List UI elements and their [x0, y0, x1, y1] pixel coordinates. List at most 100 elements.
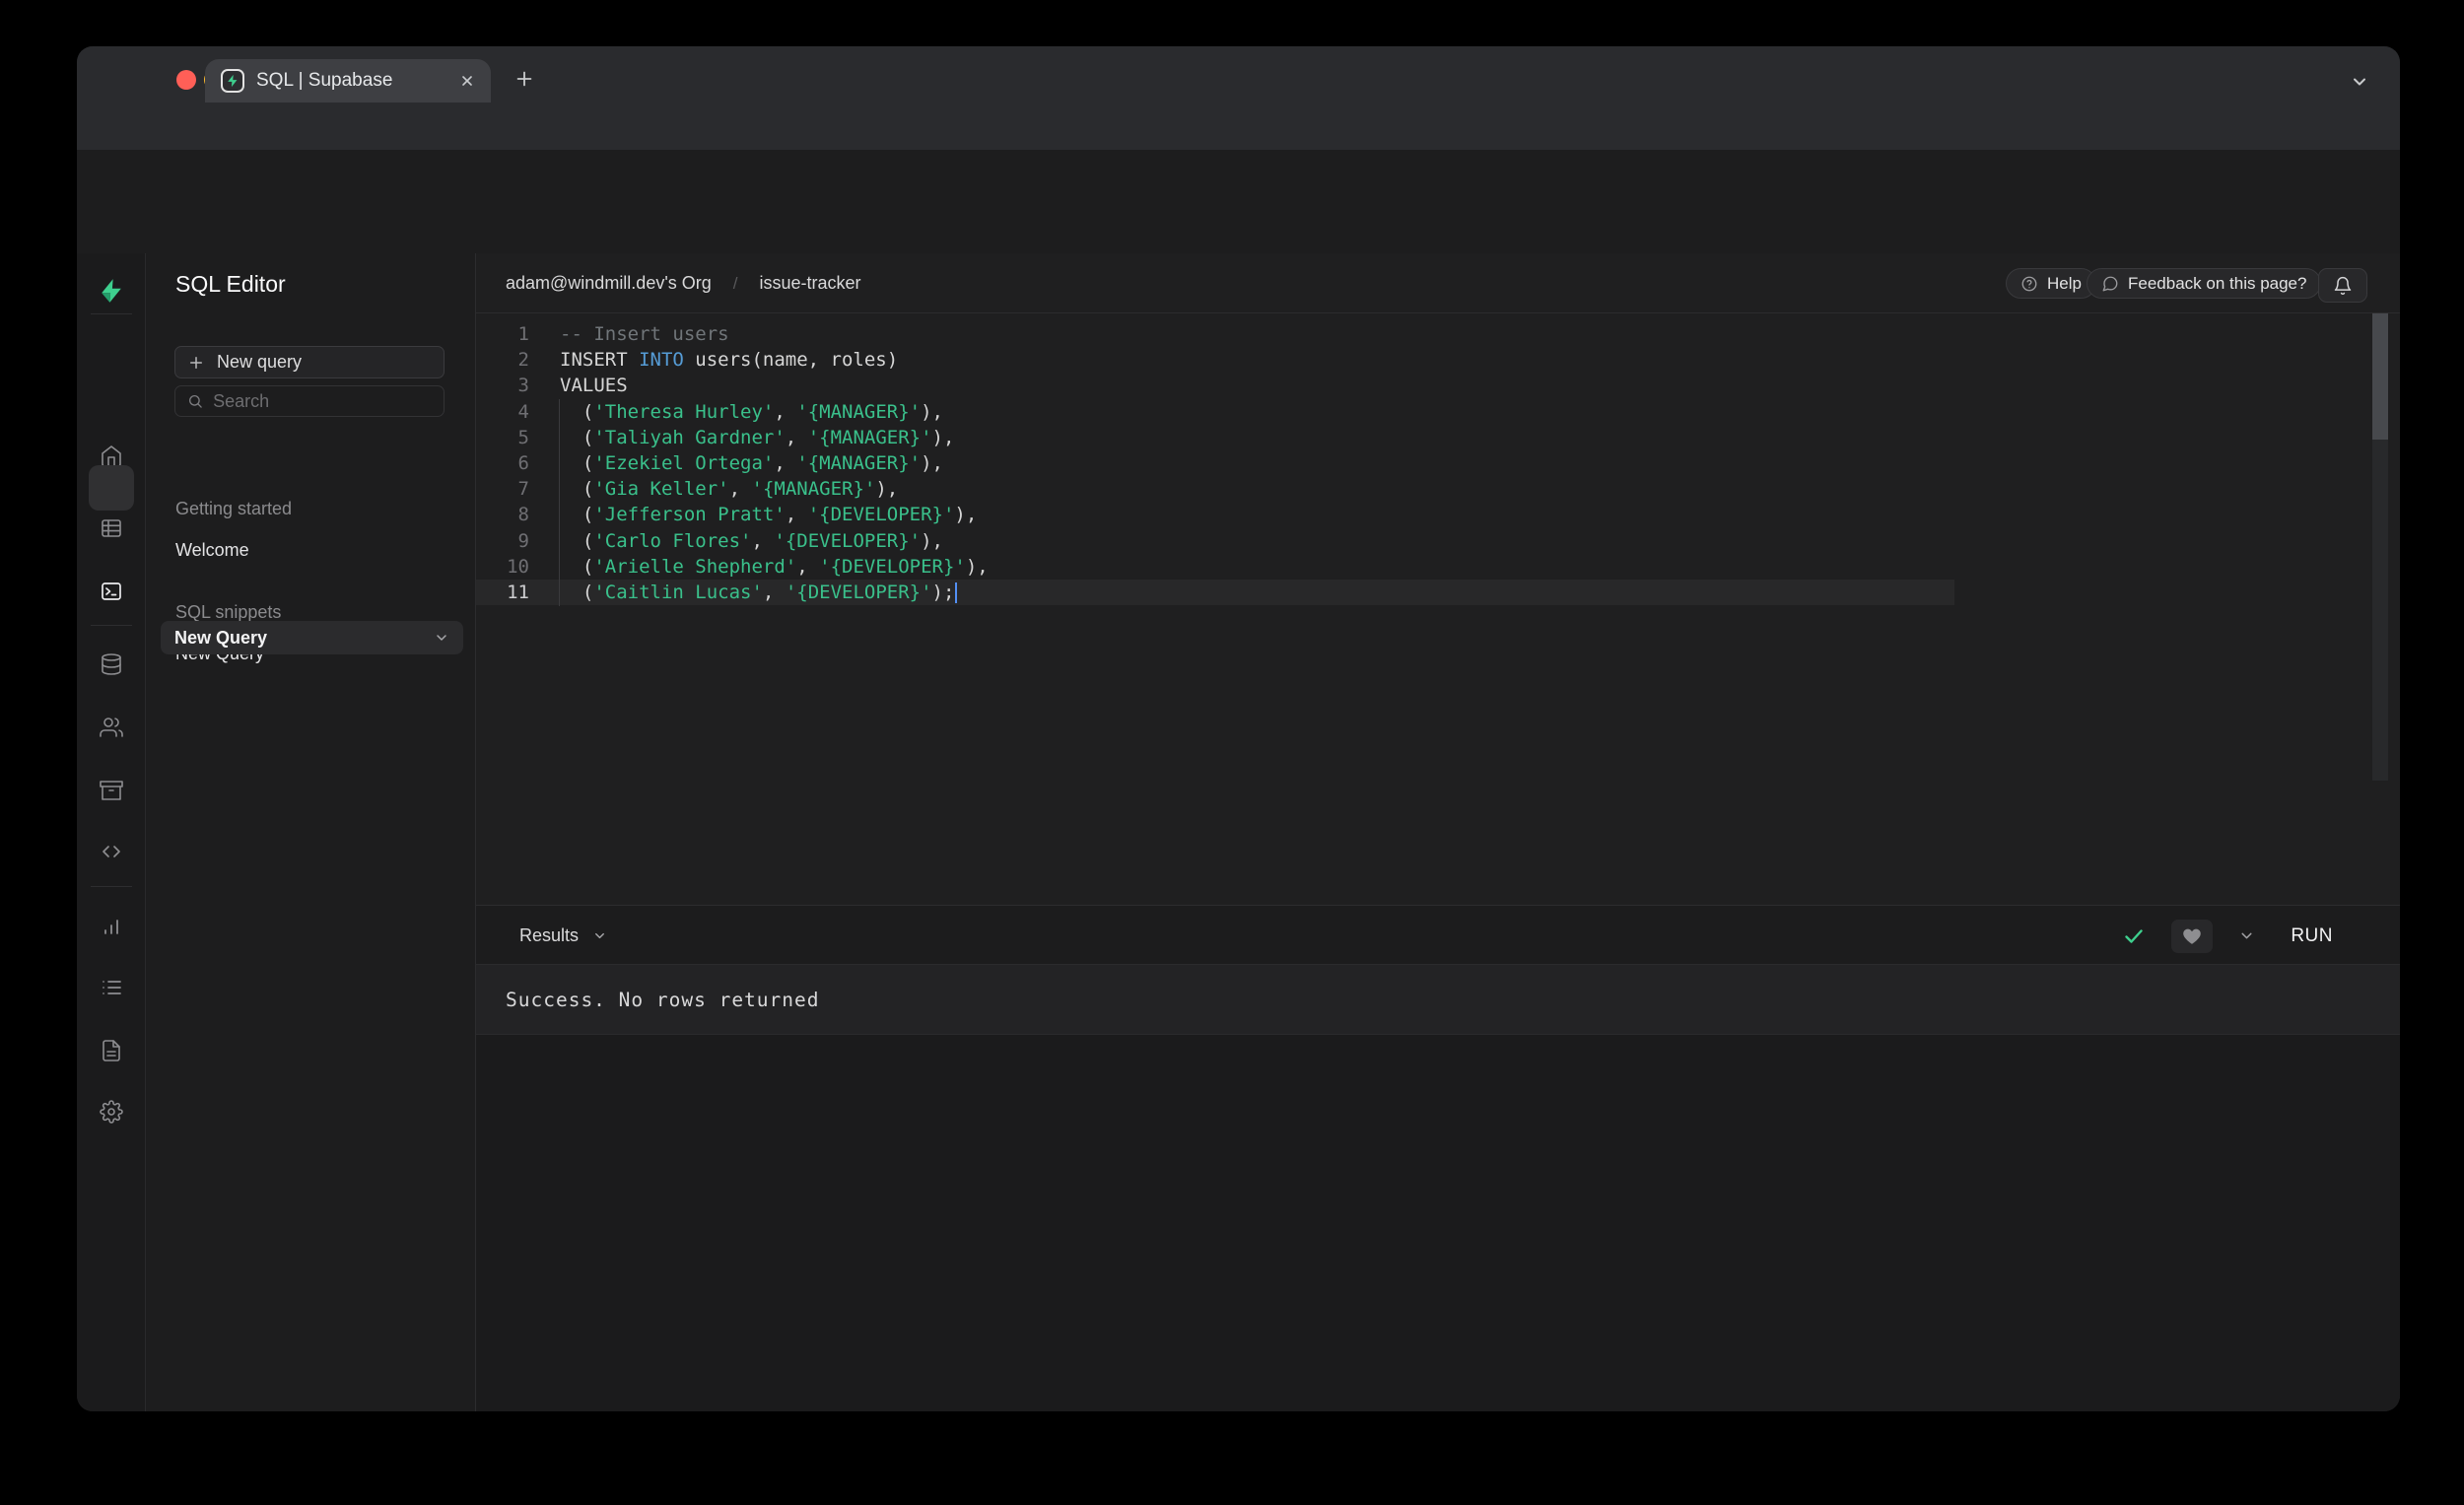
rail-divider [91, 886, 132, 887]
database-icon[interactable] [100, 652, 123, 676]
selected-item-label: New Query [174, 627, 268, 648]
code-line[interactable]: 8 ('Jefferson Pratt', '{DEVELOPER}'), [476, 502, 1954, 527]
line-text: -- Insert users [560, 323, 729, 345]
breadcrumb-org[interactable]: adam@windmill.dev's Org [506, 273, 712, 294]
line-text: ('Jefferson Pratt', '{DEVELOPER}'), [560, 504, 978, 526]
tab-list-chevron-icon[interactable] [2350, 72, 2369, 92]
new-query-button-label: New query [217, 352, 303, 372]
close-window-button[interactable] [176, 70, 196, 90]
line-number: 7 [517, 478, 529, 501]
code-line[interactable]: 7 ('Gia Keller', '{MANAGER}'), [476, 476, 1954, 502]
help-button-label: Help [2047, 273, 2082, 293]
success-check-icon [2122, 924, 2146, 948]
line-number: 5 [517, 426, 529, 448]
icon-rail [77, 253, 146, 1411]
main-panel: adam@windmill.dev's Org / issue-tracker … [476, 253, 2400, 1411]
plus-icon [190, 356, 202, 369]
code-editor[interactable]: 1 -- Insert users 2 INSERT INTO users(name,… [476, 313, 2400, 905]
rail-divider [91, 313, 132, 314]
line-number: 10 [507, 555, 529, 578]
line-number: 3 [517, 375, 529, 397]
line-text: VALUES [560, 375, 628, 397]
line-number: 11 [507, 581, 529, 603]
browser-tab[interactable]: SQL | Supabase [205, 59, 491, 103]
sidebar-item-new-query-selected[interactable]: New Query [161, 621, 463, 654]
line-number: 4 [517, 400, 529, 423]
results-actions: RUN [2122, 906, 2343, 966]
tab-close-icon[interactable] [459, 73, 475, 89]
sidebar-item-welcome[interactable]: Welcome [175, 540, 249, 561]
results-label: Results [519, 925, 580, 945]
sql-editor-terminal-icon[interactable] [100, 476, 123, 600]
indent-guide [559, 399, 560, 606]
code-line[interactable]: 5 ('Taliyah Gardner', '{MANAGER}'), [476, 425, 1954, 450]
code-line[interactable]: 1 -- Insert users [476, 321, 1954, 347]
code-line[interactable]: 10 ('Arielle Shepherd', '{DEVELOPER}'), [476, 554, 1954, 580]
breadcrumb: adam@windmill.dev's Org / issue-tracker [506, 253, 861, 313]
line-text: ('Caitlin Lucas', '{DEVELOPER}'); [529, 580, 958, 605]
line-text: ('Carlo Flores', '{DEVELOPER}'), [560, 529, 943, 552]
rail-divider [91, 625, 132, 626]
reports-chart-icon[interactable] [100, 915, 123, 938]
line-text: ('Ezekiel Ortega', '{MANAGER}'), [560, 451, 943, 474]
line-number: 6 [517, 451, 529, 474]
results-bar: Results RUN [476, 905, 2400, 965]
code-line[interactable]: 3 VALUES [476, 373, 1954, 398]
code-line[interactable]: 6 ('Ezekiel Ortega', '{MANAGER}'), [476, 450, 1954, 476]
new-tab-button[interactable] [513, 68, 535, 90]
results-empty-area [476, 1035, 2400, 1411]
speech-bubble-icon [2102, 276, 2118, 291]
feedback-button-label: Feedback on this page? [2128, 273, 2307, 293]
settings-gear-icon[interactable] [100, 1100, 123, 1124]
feedback-button[interactable]: Feedback on this page? [2087, 268, 2322, 299]
favorite-heart-icon[interactable] [2171, 919, 2214, 953]
editor-scrollbar-thumb[interactable] [2372, 313, 2388, 440]
section-label-sql-snippets: SQL snippets [175, 602, 282, 622]
line-number: 2 [517, 349, 529, 372]
help-circle-icon [2021, 276, 2037, 291]
section-label-getting-started: Getting started [175, 499, 293, 518]
tab-strip: SQL | Supabase [77, 46, 2400, 103]
storage-icon[interactable] [100, 779, 123, 802]
tab-title: SQL | Supabase [256, 70, 393, 91]
bell-icon [2334, 276, 2352, 295]
search-box [174, 385, 445, 417]
line-text: ('Taliyah Gardner', '{MANAGER}'), [560, 426, 955, 448]
results-output: Success. No rows returned [476, 965, 2400, 1035]
browser-toolbar: app.supabase.com/project/azahtnhqohyjerz… [77, 103, 2400, 201]
auth-users-icon[interactable] [100, 716, 123, 739]
code-line[interactable]: 4 ('Theresa Hurley', '{MANAGER}'), [476, 399, 1954, 425]
chevron-down-icon [595, 932, 604, 939]
line-number: 9 [517, 529, 529, 552]
chevron-down-icon[interactable] [434, 630, 449, 646]
text-cursor [955, 581, 958, 603]
code-lines: 1 -- Insert users 2 INSERT INTO users(name,… [476, 321, 1954, 606]
notifications-button[interactable] [2318, 268, 2367, 303]
results-dropdown[interactable]: Results [519, 906, 607, 966]
run-options-chevron-icon[interactable] [2238, 927, 2255, 944]
search-input[interactable] [213, 390, 432, 412]
supabase-app: SQL Editor New query Getting started Wel… [77, 150, 2400, 1411]
sql-editor-sidebar: SQL Editor New query Getting started Wel… [146, 253, 476, 1411]
line-number: 8 [517, 504, 529, 526]
search-icon [189, 394, 202, 408]
page-title: SQL Editor [175, 271, 286, 297]
code-line[interactable]: 2 INSERT INTO users(name, roles) [476, 347, 1954, 373]
line-text: INSERT INTO users(name, roles) [560, 349, 899, 372]
supabase-logo-icon[interactable] [98, 277, 125, 305]
new-query-button[interactable]: New query [174, 346, 445, 378]
run-button[interactable]: RUN [2281, 920, 2343, 953]
table-editor-icon[interactable] [100, 516, 123, 540]
logs-list-icon[interactable] [100, 976, 123, 999]
breadcrumb-project[interactable]: issue-tracker [760, 273, 861, 294]
success-message: Success. No rows returned [506, 988, 820, 1011]
api-docs-file-icon[interactable] [100, 1039, 123, 1062]
line-text: ('Theresa Hurley', '{MANAGER}'), [560, 400, 943, 423]
line-number: 1 [517, 323, 529, 345]
edge-functions-code-icon[interactable] [100, 840, 123, 863]
help-button[interactable]: Help [2006, 268, 2096, 299]
supabase-favicon [221, 69, 244, 93]
code-line[interactable]: 11 ('Caitlin Lucas', '{DEVELOPER}'); [476, 579, 1954, 606]
code-line[interactable]: 9 ('Carlo Flores', '{DEVELOPER}'), [476, 528, 1954, 554]
line-text: ('Gia Keller', '{MANAGER}'), [560, 478, 899, 501]
